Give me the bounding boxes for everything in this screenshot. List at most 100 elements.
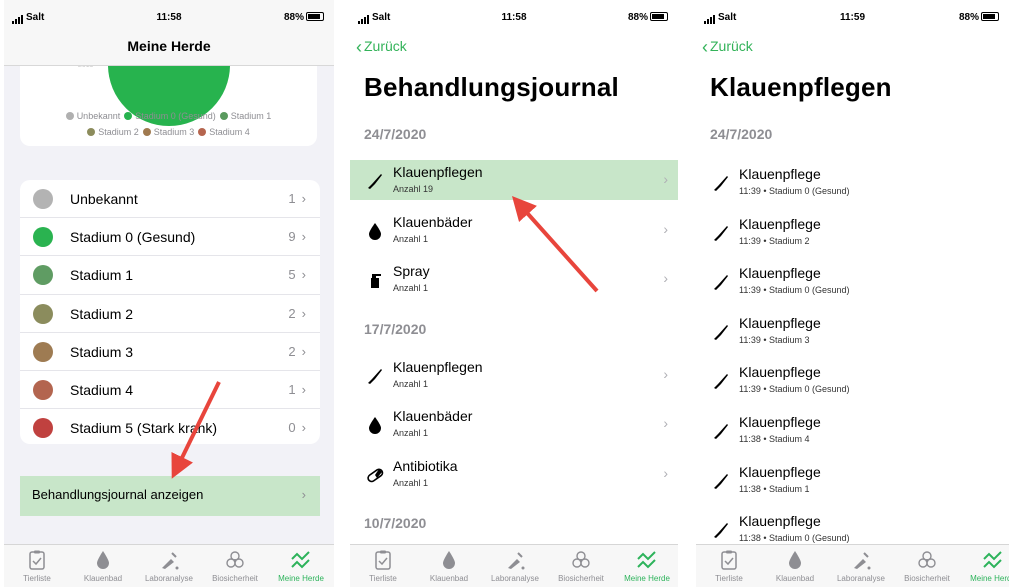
stadium-label: Stadium 2 — [70, 305, 134, 322]
tab-tierliste[interactable]: Tierliste — [4, 549, 70, 583]
klauenpflege-entry[interactable]: Klauenpflege11:38 • Stadium 1› — [696, 460, 1009, 500]
tab-klauenbad[interactable]: Klauenbad — [416, 549, 482, 583]
screen-klauenpflegen: Salt 11:59 88% ‹ Zurück Klauenpflegen 24/… — [696, 0, 1009, 587]
tab-klauenbad[interactable]: Klauenbad — [70, 549, 136, 583]
legend-label: Stadium 4 — [209, 127, 250, 137]
entry-subtitle: 11:39 • Stadium 0 (Gesund) — [739, 285, 850, 296]
journal-entry[interactable]: Klauenbäder Anzahl 1 › — [350, 404, 678, 444]
status-bar: Salt 11:58 88% — [4, 12, 334, 26]
pie-legend: Unbekannt Stadium 0 (Gesund) Stadium 1 Stad… — [20, 108, 317, 140]
tab-laboranalyse[interactable]: Laboranalyse — [136, 549, 202, 583]
entry-title: Klauenpflege — [739, 166, 821, 182]
chevron-right-icon: › — [301, 487, 306, 502]
chevron-right-icon: › — [301, 191, 306, 206]
tab-label: Klauenbad — [429, 574, 469, 583]
stadium-label: Stadium 3 — [70, 343, 134, 360]
entry-count: Anzahl 1 — [393, 233, 429, 244]
legend-item: Stadium 4 — [198, 124, 250, 140]
stadium-count-value: 5 — [288, 267, 296, 283]
stadium-row[interactable]: Stadium 5 (Stark krank) 0 › — [20, 409, 320, 444]
tab-tierliste[interactable]: Tierliste — [350, 549, 416, 583]
journal-entry[interactable]: Klauenbäder Anzahl 1 › — [350, 210, 678, 250]
entry-count: Anzahl 1 — [393, 477, 429, 488]
stadium-color-dot — [33, 227, 53, 248]
knife-icon — [712, 323, 730, 341]
legend-item: Stadium 1 — [219, 108, 272, 124]
legend-label: Unbekannt — [76, 111, 121, 121]
journal-entry[interactable]: Antibiotika Anzahl 1 › — [350, 454, 678, 494]
entry-count: Anzahl 1 — [393, 428, 429, 438]
entry-count: Anzahl 19 — [393, 184, 434, 194]
tab-meine-herde[interactable]: Meine Herde — [960, 549, 1009, 583]
tab-meine-herde[interactable]: Meine Herde — [268, 549, 334, 583]
chevron-right-icon: › — [301, 420, 306, 436]
klauenpflege-entry[interactable]: Klauenpflege11:39 • Stadium 2› — [696, 212, 1009, 252]
battery-icon — [981, 12, 999, 21]
tab-biosicherheit[interactable]: Biosicherheit — [202, 549, 268, 583]
chevron-right-icon: › — [301, 343, 306, 359]
pill-icon — [366, 466, 384, 484]
tab-biosicherheit[interactable]: Biosicherheit — [548, 549, 614, 583]
drop-icon — [70, 549, 136, 571]
show-journal-label: Behandlungsjournal anzeigen — [32, 487, 204, 502]
klauenpflege-entry[interactable]: Klauenpflege11:38 • Stadium 4› — [696, 410, 1009, 450]
status-bar: Salt 11:59 88% — [696, 12, 1009, 26]
chevron-right-icon: › — [663, 171, 668, 187]
pipette-icon — [136, 549, 202, 571]
chevron-left-icon: ‹ — [702, 37, 708, 57]
section-date: 17/7/2020 — [364, 320, 427, 337]
tab-label: Tierliste — [23, 574, 51, 583]
klauenpflege-entry[interactable]: Klauenpflege11:39 • Stadium 0 (Gesund)› — [696, 261, 1009, 301]
entry-title: Klauenbäder — [393, 408, 473, 424]
stadium-row[interactable]: Stadium 1 5 › — [20, 256, 320, 295]
klauenpflege-entry[interactable]: Klauenpflege11:39 • Stadium 0 (Gesund)› — [696, 360, 1009, 400]
stadium-count: 1 › — [288, 382, 306, 397]
legend-label: Stadium 1 — [230, 111, 272, 121]
stadium-color-dot — [33, 341, 53, 362]
entry-title: Antibiotika — [393, 457, 458, 474]
entry-title: Klauenpflege — [739, 364, 821, 381]
battery-icon — [650, 12, 668, 21]
tab-bar: Tierliste Klauenbad Laboranalyse Biosicherh… — [350, 544, 678, 587]
knife-icon — [712, 273, 730, 291]
tab-tierliste[interactable]: Tierliste — [696, 549, 762, 583]
stadium-row[interactable]: Stadium 4 1 › — [20, 371, 320, 410]
tab-laboranalyse[interactable]: Laboranalyse — [482, 549, 548, 583]
knife-icon — [712, 521, 730, 539]
knife-icon — [712, 174, 730, 192]
entry-title: Klauenbäder — [393, 213, 473, 230]
tab-biosicherheit[interactable]: Biosicherheit — [894, 549, 960, 583]
knife-icon — [712, 224, 730, 242]
tab-klauenbad[interactable]: Klauenbad — [762, 549, 828, 583]
klauenpflege-entry[interactable]: Klauenpflege11:39 • Stadium 3› — [696, 311, 1009, 351]
knife-icon — [712, 472, 730, 490]
journal-entry[interactable]: Klauenpflegen Anzahl 1 › — [350, 355, 678, 395]
tab-label: Biosicherheit — [558, 574, 604, 583]
section-date: 24/7/2020 — [364, 126, 427, 142]
chevron-left-icon: ‹ — [356, 37, 362, 57]
stadium-row[interactable]: Stadium 2 2 › — [20, 295, 320, 333]
stadium-row[interactable]: Unbekannt 1 › — [20, 180, 320, 219]
stadium-row[interactable]: Stadium 0 (Gesund) 9 › — [20, 218, 320, 257]
stadium-count: 1 › — [288, 191, 306, 206]
tab-label: Tierliste — [715, 574, 743, 583]
tab-label: Laboranalyse — [490, 574, 540, 583]
screen-behandlungsjournal: Salt 11:58 88% ‹ Zurück Behandlungsjourna… — [350, 0, 678, 587]
back-button[interactable]: ‹ Zurück — [356, 37, 407, 58]
stadium-row[interactable]: Stadium 3 2 › — [20, 333, 320, 371]
stadium-count: 5 › — [288, 267, 306, 282]
legend-label: Stadium 3 — [153, 127, 195, 137]
stadium-count-value: 1 — [288, 381, 296, 397]
back-button[interactable]: ‹ Zurück — [702, 37, 753, 58]
journal-entry[interactable]: Klauenpflegen Anzahl 19 › — [350, 160, 678, 200]
entry-count: Anzahl 1 — [393, 283, 429, 293]
show-journal-button[interactable]: Behandlungsjournal anzeigen › — [20, 476, 320, 516]
stadium-count-value: 9 — [288, 229, 296, 245]
tab-meine-herde[interactable]: Meine Herde — [614, 549, 678, 583]
tab-laboranalyse[interactable]: Laboranalyse — [828, 549, 894, 583]
entry-subtitle: 11:38 • Stadium 1 — [739, 483, 810, 494]
klauenpflege-entry[interactable]: Klauenpflege11:39 • Stadium 0 (Gesund)› — [696, 162, 1009, 202]
pie-year-label: 2019 — [78, 66, 94, 69]
stadium-color-dot — [33, 379, 53, 400]
journal-entry[interactable]: Spray Anzahl 1 › — [350, 259, 678, 299]
